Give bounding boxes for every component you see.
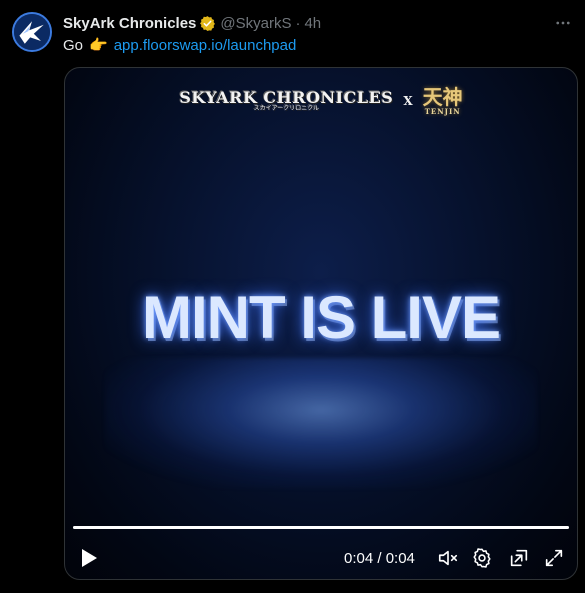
gear-icon <box>473 548 491 568</box>
tweet-text-prefix: Go <box>63 37 84 54</box>
author-handle[interactable]: @SkyarkS <box>220 15 291 32</box>
settings-button[interactable] <box>471 547 493 569</box>
video-progress-bar[interactable] <box>73 526 569 529</box>
tenjin-logo: 天神 TENJIN <box>423 86 463 116</box>
tweet-header: SkyArk Chronicles @SkyarkS · 4h <box>63 13 573 33</box>
picture-in-picture-icon <box>510 549 528 567</box>
mute-button[interactable] <box>437 547 459 569</box>
collab-x-mark: X <box>403 94 413 108</box>
video-progress-fill <box>73 526 569 529</box>
picture-in-picture-button[interactable] <box>508 547 530 569</box>
author-name[interactable]: SkyArk Chronicles <box>63 15 196 32</box>
more-horizontal-icon <box>556 21 570 25</box>
tweet-text: Go 👉 app.floorswap.io/launchpad <box>63 36 296 56</box>
timestamp[interactable]: 4h <box>304 15 321 32</box>
fullscreen-button[interactable] <box>543 547 565 569</box>
separator-dot: · <box>295 14 301 32</box>
expand-icon <box>545 549 563 567</box>
video-controls: 0:04 / 0:04 <box>65 544 577 572</box>
pointing-right-emoji-icon: 👉 <box>89 37 108 54</box>
video-headline: MINT IS LIVE <box>141 284 501 351</box>
video-player[interactable]: SKYARK CHRONICLES スカイアークリロニクル X 天神 TENJI… <box>64 67 578 580</box>
play-button[interactable] <box>79 548 99 568</box>
tenjin-logo-subtitle: TENJIN <box>424 107 461 116</box>
collab-logos: SKYARK CHRONICLES スカイアークリロニクル X 天神 TENJI… <box>65 86 577 116</box>
skyark-chronicles-logo: SKYARK CHRONICLES スカイアークリロニクル <box>179 90 393 113</box>
muted-speaker-icon <box>438 550 458 566</box>
more-options-button[interactable] <box>553 13 573 33</box>
play-icon <box>82 549 97 567</box>
floor-glow <box>105 358 537 488</box>
skyark-logo-icon <box>14 14 50 50</box>
avatar[interactable] <box>12 12 52 52</box>
tenjin-logo-title: 天神 <box>422 85 463 109</box>
tweet-link[interactable]: app.floorswap.io/launchpad <box>114 36 297 56</box>
tweet[interactable]: SkyArk Chronicles @SkyarkS · 4h Go 👉 app… <box>0 0 585 593</box>
video-timecode: 0:04 / 0:04 <box>344 549 415 567</box>
gold-verified-badge-icon[interactable] <box>199 15 216 32</box>
